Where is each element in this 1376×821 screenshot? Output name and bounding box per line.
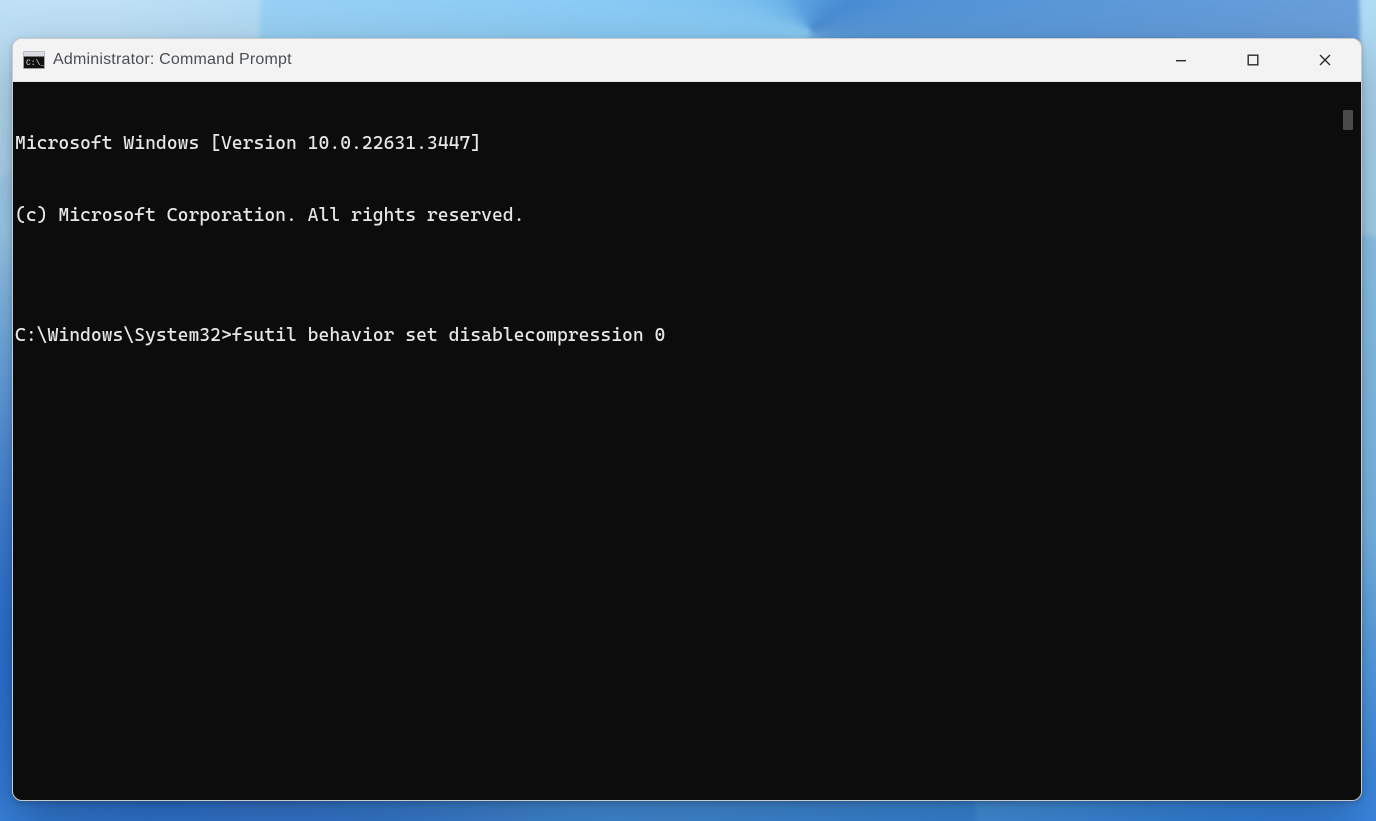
window-controls — [1145, 39, 1361, 81]
terminal-output[interactable]: Microsoft Windows [Version 10.0.22631.34… — [13, 82, 1335, 800]
terminal-line: Microsoft Windows [Version 10.0.22631.34… — [15, 132, 1335, 156]
cmd-icon: C:\_ — [23, 51, 45, 69]
titlebar[interactable]: C:\_ Administrator: Command Prompt — [13, 39, 1361, 82]
desktop-wallpaper: C:\_ Administrator: Command Prompt Micro… — [0, 0, 1376, 821]
terminal-line: (c) Microsoft Corporation. All rights re… — [15, 204, 1335, 228]
scrollbar-track[interactable] — [1335, 82, 1361, 800]
scrollbar-thumb[interactable] — [1343, 110, 1353, 130]
maximize-button[interactable] — [1217, 39, 1289, 81]
cmd-window: C:\_ Administrator: Command Prompt Micro… — [12, 38, 1362, 801]
svg-text:C:\_: C:\_ — [26, 59, 45, 68]
window-title: Administrator: Command Prompt — [53, 51, 292, 69]
terminal-prompt: C:\Windows\System32> — [15, 325, 232, 346]
close-button[interactable] — [1289, 39, 1361, 81]
terminal-viewport[interactable]: Microsoft Windows [Version 10.0.22631.34… — [13, 82, 1361, 800]
terminal-prompt-line: C:\Windows\System32>fsutil behavior set … — [15, 324, 1335, 348]
minimize-button[interactable] — [1145, 39, 1217, 81]
terminal-command[interactable]: fsutil behavior set disablecompression 0 — [232, 325, 666, 346]
